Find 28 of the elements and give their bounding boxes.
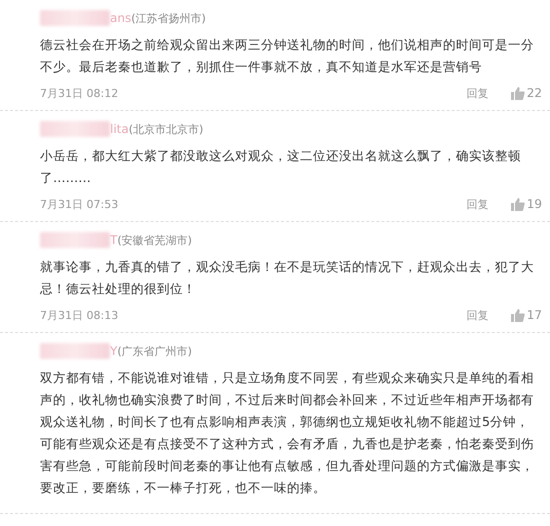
thumbs-up-icon[interactable] — [510, 308, 525, 322]
like-count: 22 — [526, 86, 542, 100]
comment-text: 就事论事，九香真的错了，观众没毛病！在不是玩笑话的情况下，赶观众出去，犯了大忌！德云社处理的很到位！ — [40, 258, 535, 298]
blurred-username — [40, 343, 110, 359]
username[interactable]: T — [110, 233, 118, 247]
comment-time: 7月31日 08:13 — [40, 308, 120, 322]
thumbs-up-icon[interactable] — [510, 86, 525, 100]
user-location: (江苏省扬州市) — [131, 10, 206, 26]
reply-link[interactable]: 回复 — [466, 308, 489, 322]
comment-text: 德云社会在开场之前给观众留出来两三分钟送礼物的时间，他们说相声的时间可是一分不少。最后老秦也道歉了，别抓住一件事就不放，真不知道是水军还是营销号 — [40, 36, 535, 76]
user-location: (安徽省芜湖市) — [117, 232, 192, 248]
blurred-username — [40, 10, 110, 26]
like-count: 19 — [526, 197, 542, 211]
username[interactable]: lita — [110, 122, 129, 136]
blurred-username — [40, 232, 110, 248]
comment-time: 7月31日 08:12 — [40, 86, 120, 100]
comment-text: 小岳岳，都大红大紫了都没敢这么对观众，这二位还没出名就这么飘了，确实该整顿了……… — [40, 147, 522, 187]
username[interactable]: ans — [110, 11, 132, 25]
comment-text: 双方都有错，不能说谁对谁错，只是立场角度不同罢，有些观众来确实只是单纯的看相声的，收礼物也确实浪费了时间，不过后来时间都会补回来，不过近些年相声开场都有观众送礼物，时间长了也有点影响相声表演，郭德纲也立规矩收礼物不能超过5分钟，可能有些观众还是有点接受不了这种方式，会有矛盾，九香也是护老秦，怕老秦受到伤害有些急，可能前段时间老秦的事让他有点敏感，但九香处理问题的方式偏激是事实，要改正，要磨练，不一棒子打死，也不一味的捧。 — [40, 369, 535, 497]
user-location: (广东省广州市) — [117, 344, 192, 358]
reply-link[interactable]: 回复 — [466, 196, 489, 212]
user-location: (北京市北京市) — [128, 122, 204, 136]
like-count: 17 — [526, 308, 542, 322]
blurred-username — [40, 121, 110, 137]
thumbs-up-icon[interactable] — [510, 197, 525, 211]
username[interactable]: Y — [110, 344, 118, 358]
comment-time: 7月31日 07:53 — [40, 196, 120, 212]
reply-link[interactable]: 回复 — [466, 86, 489, 100]
